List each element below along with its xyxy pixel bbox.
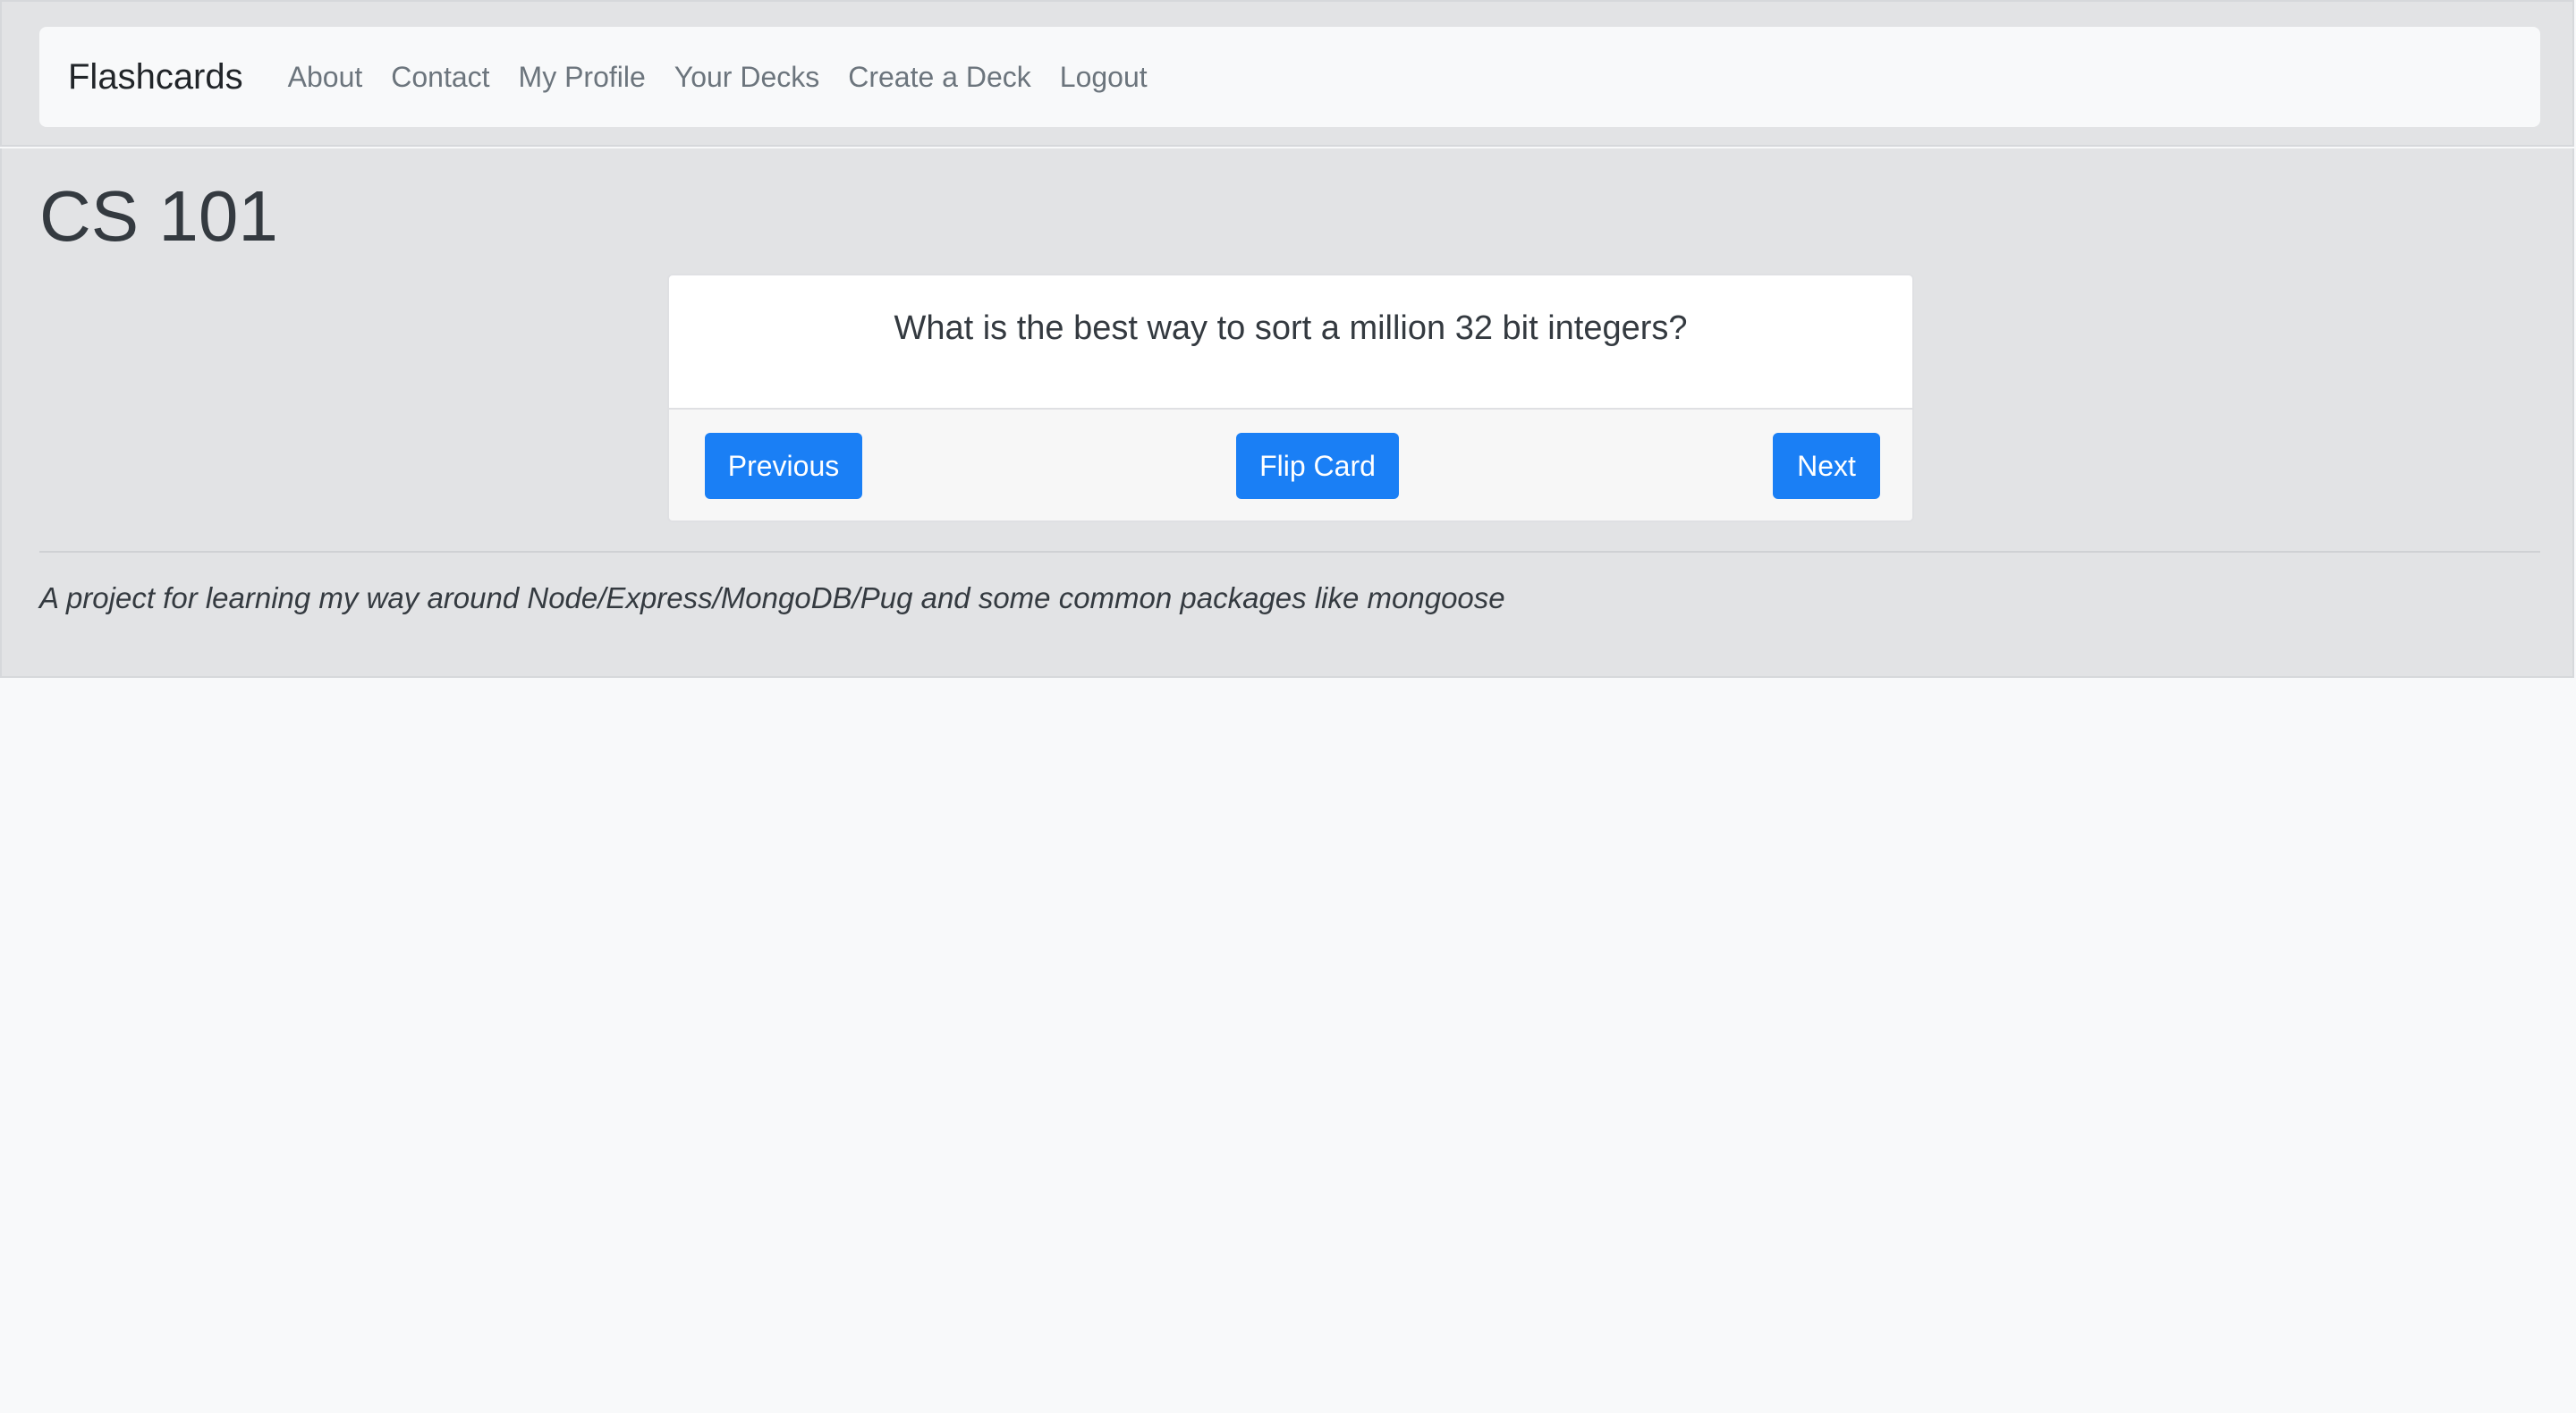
flashcard-footer: Previous Flip Card Next [669,410,1912,520]
top-bar: Flashcards About Contact My Profile Your… [0,0,2574,147]
nav-link-create-deck[interactable]: Create a Deck [848,61,1031,94]
nav-link-logout[interactable]: Logout [1060,61,1148,94]
navbar: Flashcards About Contact My Profile Your… [39,27,2540,127]
previous-button[interactable]: Previous [705,433,862,499]
nav-link-your-decks[interactable]: Your Decks [674,61,819,94]
footer-divider [39,551,2540,553]
next-button[interactable]: Next [1773,433,1880,499]
flashcard-body: What is the best way to sort a million 3… [669,275,1912,410]
navbar-brand[interactable]: Flashcards [68,57,243,97]
flip-card-button[interactable]: Flip Card [1236,433,1399,499]
nav-link-contact[interactable]: Contact [391,61,489,94]
nav-link-my-profile[interactable]: My Profile [519,61,646,94]
flashcard-question: What is the best way to sort a million 3… [894,309,1688,347]
flashcard: What is the best way to sort a million 3… [667,274,1914,522]
page-title: CS 101 [39,176,278,256]
main-content: CS 101 What is the best way to sort a mi… [0,148,2574,678]
nav-link-about[interactable]: About [288,61,363,94]
footer-text: A project for learning my way around Nod… [39,581,1505,614]
